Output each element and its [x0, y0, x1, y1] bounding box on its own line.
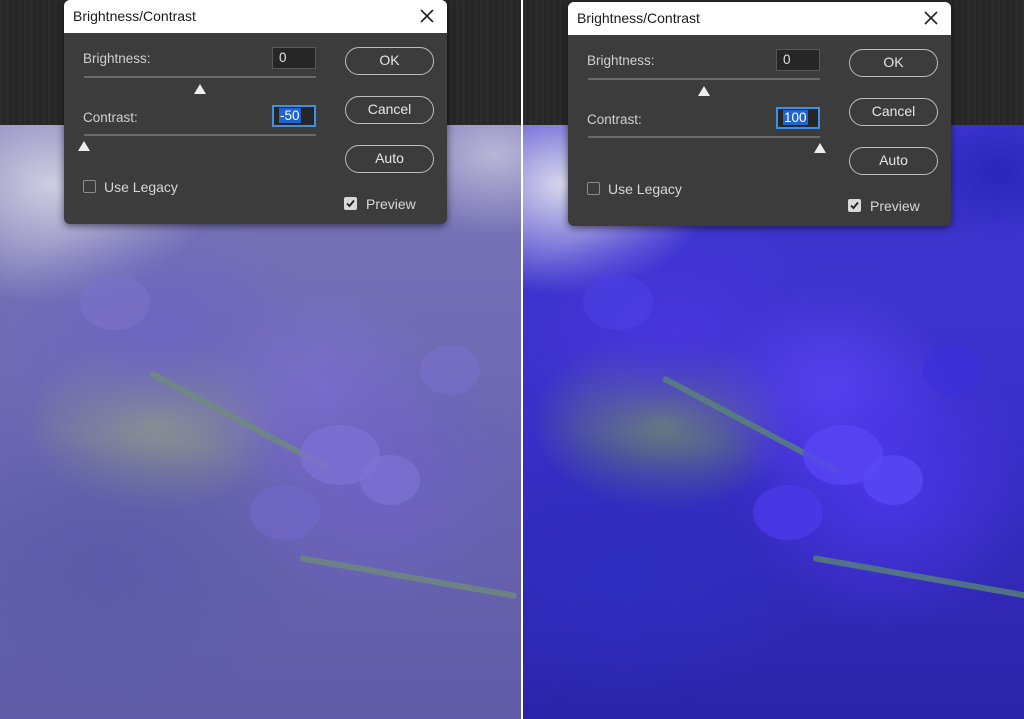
- cancel-button[interactable]: Cancel: [849, 98, 938, 126]
- brightness-value: 0: [783, 52, 791, 67]
- close-icon[interactable]: [415, 4, 439, 28]
- brightness-slider-track[interactable]: [588, 78, 820, 80]
- right-panel: Brightness/Contrast Brightness: 0 Contra…: [521, 0, 1024, 719]
- slider-thumb-icon[interactable]: [194, 84, 206, 94]
- slider-thumb-icon[interactable]: [814, 143, 826, 153]
- preview-label: Preview: [366, 196, 416, 212]
- close-icon[interactable]: [919, 6, 943, 30]
- cancel-button[interactable]: Cancel: [345, 96, 434, 124]
- use-legacy-checkbox[interactable]: [83, 180, 96, 193]
- contrast-slider-track[interactable]: [84, 134, 316, 136]
- use-legacy-checkbox[interactable]: [587, 182, 600, 195]
- dialog-title: Brightness/Contrast: [73, 8, 196, 24]
- brightness-contrast-dialog: Brightness/Contrast Brightness: 0 Contra…: [64, 0, 447, 224]
- contrast-value: -50: [279, 108, 301, 123]
- preview-label: Preview: [870, 198, 920, 214]
- use-legacy-label: Use Legacy: [608, 181, 682, 197]
- brightness-contrast-dialog: Brightness/Contrast Brightness: 0 Contra…: [568, 2, 951, 226]
- brightness-label: Brightness:: [587, 53, 655, 68]
- slider-thumb-icon[interactable]: [78, 141, 90, 151]
- brightness-input[interactable]: 0: [272, 47, 316, 69]
- checkmark-icon: [346, 199, 355, 208]
- auto-button[interactable]: Auto: [849, 147, 938, 175]
- contrast-label: Contrast:: [83, 110, 138, 125]
- use-legacy-label: Use Legacy: [104, 179, 178, 195]
- brightness-value: 0: [279, 50, 287, 65]
- checkmark-icon: [850, 201, 859, 210]
- brightness-label: Brightness:: [83, 51, 151, 66]
- auto-button[interactable]: Auto: [345, 145, 434, 173]
- slider-thumb-icon[interactable]: [698, 86, 710, 96]
- contrast-slider-track[interactable]: [588, 136, 820, 138]
- contrast-input[interactable]: -50: [272, 105, 316, 127]
- brightness-slider-track[interactable]: [84, 76, 316, 78]
- contrast-input[interactable]: 100: [776, 107, 820, 129]
- left-panel: Brightness/Contrast Brightness: 0 Contra…: [0, 0, 521, 719]
- dialog-title: Brightness/Contrast: [577, 10, 700, 26]
- preview-checkbox[interactable]: [344, 197, 357, 210]
- dialog-titlebar: Brightness/Contrast: [568, 2, 951, 35]
- ok-button[interactable]: OK: [345, 47, 434, 75]
- preview-checkbox[interactable]: [848, 199, 861, 212]
- brightness-input[interactable]: 0: [776, 49, 820, 71]
- ok-button[interactable]: OK: [849, 49, 938, 77]
- contrast-label: Contrast:: [587, 112, 642, 127]
- contrast-value: 100: [783, 110, 808, 125]
- dialog-titlebar: Brightness/Contrast: [64, 0, 447, 33]
